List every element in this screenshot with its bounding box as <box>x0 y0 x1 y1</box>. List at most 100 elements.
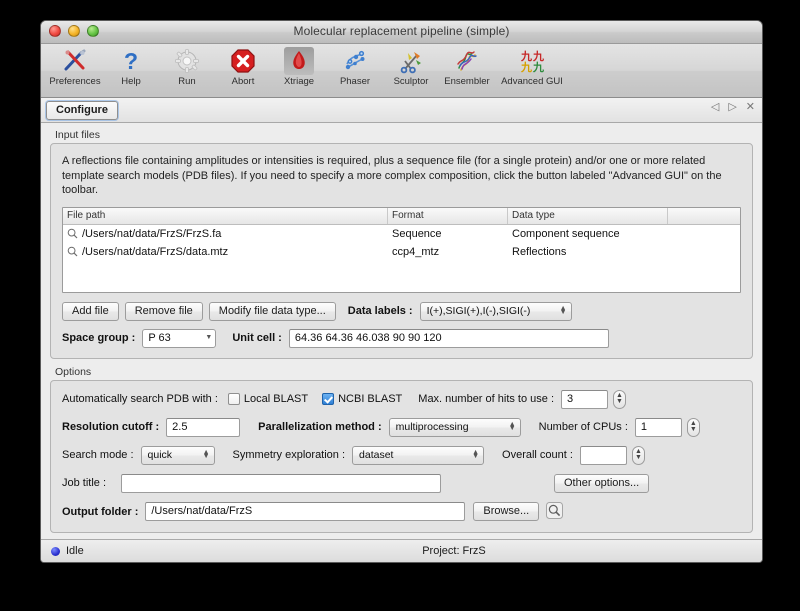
parallelization-popup[interactable]: multiprocessing ▲▼ <box>389 418 521 437</box>
toolbar-button-xtriage[interactable]: Xtriage <box>271 44 327 94</box>
search-mode-row: Search mode : quick ▲▼ Symmetry explorat… <box>62 446 741 465</box>
search-mode-popup[interactable]: quick ▲▼ <box>141 446 215 465</box>
toolbar-button-ensembler[interactable]: Ensembler <box>439 44 495 94</box>
magnifier-icon[interactable] <box>67 228 78 239</box>
toolbar-label-sculptor: Sculptor <box>394 76 429 87</box>
column-header-data-type[interactable]: Data type <box>508 208 668 224</box>
svg-text:九: 九 <box>532 60 544 74</box>
symmetry-exploration-label: Symmetry exploration : <box>233 449 345 461</box>
options-group-label: Options <box>55 366 753 378</box>
symmetry-exploration-value: dataset <box>359 449 393 461</box>
symmetry-exploration-popup[interactable]: dataset ▲▼ <box>352 446 484 465</box>
phaser-icon <box>340 47 370 75</box>
sculptor-icon <box>396 47 426 75</box>
toolbar-button-sculptor[interactable]: Sculptor <box>383 44 439 94</box>
column-header-extra[interactable] <box>668 208 740 224</box>
local-blast-label: Local BLAST <box>244 393 308 405</box>
toolbar-button-abort[interactable]: Abort <box>215 44 271 94</box>
input-files-group: Input files A reflections file containin… <box>50 129 753 359</box>
space-group-combo[interactable]: P 63 ▼ <box>142 329 216 348</box>
cell-file-path: /Users/nat/data/FrzS/FrzS.fa <box>63 228 388 240</box>
input-files-description: A reflections file containing amplitudes… <box>62 154 741 198</box>
status-text: Idle <box>66 545 84 557</box>
chevron-down-icon: ▼ <box>205 334 212 341</box>
toolbar-label-phaser: Phaser <box>340 76 370 87</box>
table-row[interactable]: /Users/nat/data/FrzS/FrzS.fa Sequence Co… <box>63 225 740 243</box>
overall-count-stepper[interactable]: ▲▼ <box>632 446 645 465</box>
toolbar-label-preferences: Preferences <box>49 76 100 87</box>
cell-data-type: Reflections <box>508 246 668 258</box>
window-title: Molecular replacement pipeline (simple) <box>41 24 762 38</box>
local-blast-checkbox[interactable]: Local BLAST <box>228 393 308 405</box>
svg-text:?: ? <box>124 48 138 74</box>
output-folder-magnifier-icon[interactable] <box>546 502 563 522</box>
tab-navigation: ◁ ▷ ✕ <box>711 102 755 113</box>
add-file-button[interactable]: Add file <box>62 302 119 321</box>
cell-format: Sequence <box>388 228 508 240</box>
output-folder-row: Output folder : /Users/nat/data/FrzS Bro… <box>62 502 741 522</box>
output-folder-input[interactable]: /Users/nat/data/FrzS <box>145 502 465 521</box>
table-row[interactable]: /Users/nat/data/FrzS/data.mtz ccp4_mtz R… <box>63 243 740 261</box>
overall-count-input[interactable] <box>580 446 627 465</box>
parallelization-label: Parallelization method : <box>258 421 381 433</box>
data-labels-popup[interactable]: I(+),SIGI(+),I(-),SIGI(-) ▲▼ <box>420 302 572 321</box>
num-cpus-value: 1 <box>641 421 647 433</box>
chevron-updown-icon: ▲▼ <box>470 451 479 459</box>
tab-configure[interactable]: Configure <box>46 101 118 120</box>
tab-next-icon[interactable]: ▷ <box>728 102 736 113</box>
column-header-file-path[interactable]: File path <box>63 208 388 224</box>
input-files-table[interactable]: File path Format Data type <box>62 207 741 293</box>
max-hits-stepper[interactable]: ▲▼ <box>613 390 626 409</box>
max-hits-input[interactable]: 3 <box>561 390 608 409</box>
job-title-label: Job title : <box>62 477 114 489</box>
space-group-label: Space group : <box>62 332 135 344</box>
output-folder-label: Output folder : <box>62 506 138 518</box>
tab-close-icon[interactable]: ✕ <box>746 102 755 113</box>
file-path-text: /Users/nat/data/FrzS/data.mtz <box>82 246 228 258</box>
toolbar-label-xtriage: Xtriage <box>284 76 314 87</box>
unit-cell-value: 64.36 64.36 46.038 90 90 120 <box>295 332 442 344</box>
unit-cell-label: Unit cell : <box>232 332 282 344</box>
input-files-group-label: Input files <box>55 129 753 141</box>
parallelization-value: multiprocessing <box>396 421 469 433</box>
data-labels-label: Data labels : <box>348 305 413 317</box>
preferences-icon <box>60 47 90 75</box>
resolution-cutoff-label: Resolution cutoff : <box>62 421 159 433</box>
toolbar-button-run[interactable]: Run <box>159 44 215 94</box>
run-icon <box>172 47 202 75</box>
help-icon: ? <box>116 47 146 75</box>
cell-data-type: Component sequence <box>508 228 668 240</box>
resolution-cutoff-input[interactable]: 2.5 <box>166 418 240 437</box>
table-header-row: File path Format Data type <box>63 208 740 225</box>
job-title-row: Job title : Other options... <box>62 474 741 493</box>
svg-text:九: 九 <box>520 60 532 74</box>
data-labels-value: I(+),SIGI(+),I(-),SIGI(-) <box>427 305 531 317</box>
toolbar-button-phaser[interactable]: Phaser <box>327 44 383 94</box>
overall-count-label: Overall count : <box>502 449 573 461</box>
modify-file-data-type-button[interactable]: Modify file data type... <box>209 302 336 321</box>
browse-button[interactable]: Browse... <box>473 502 539 521</box>
column-header-format[interactable]: Format <box>388 208 508 224</box>
num-cpus-input[interactable]: 1 <box>635 418 682 437</box>
unit-cell-input[interactable]: 64.36 64.36 46.038 90 90 120 <box>289 329 609 348</box>
toolbar-button-preferences[interactable]: Preferences <box>47 44 103 94</box>
file-path-text: /Users/nat/data/FrzS/FrzS.fa <box>82 228 221 240</box>
chevron-updown-icon: ▲▼ <box>507 423 516 431</box>
configure-panel: Input files A reflections file containin… <box>41 123 762 539</box>
toolbar-label-run: Run <box>178 76 195 87</box>
toolbar-label-ensembler: Ensembler <box>444 76 489 87</box>
cell-file-path: /Users/nat/data/FrzS/data.mtz <box>63 246 388 258</box>
status-indicator-icon <box>51 547 60 556</box>
ncbi-blast-checkbox[interactable]: NCBI BLAST <box>322 393 402 405</box>
magnifier-icon[interactable] <box>67 246 78 257</box>
remove-file-button[interactable]: Remove file <box>125 302 203 321</box>
tab-prev-icon[interactable]: ◁ <box>711 102 719 113</box>
options-group: Options Automatically search PDB with : … <box>50 366 753 533</box>
toolbar-button-help[interactable]: ? Help <box>103 44 159 94</box>
ensembler-icon <box>452 47 482 75</box>
toolbar-button-advanced-gui[interactable]: 九 九 九 九 Advanced GUI <box>495 44 569 94</box>
other-options-button[interactable]: Other options... <box>554 474 649 493</box>
job-title-input[interactable] <box>121 474 441 493</box>
project-label: Project: FrzS <box>41 545 762 557</box>
num-cpus-stepper[interactable]: ▲▼ <box>687 418 700 437</box>
